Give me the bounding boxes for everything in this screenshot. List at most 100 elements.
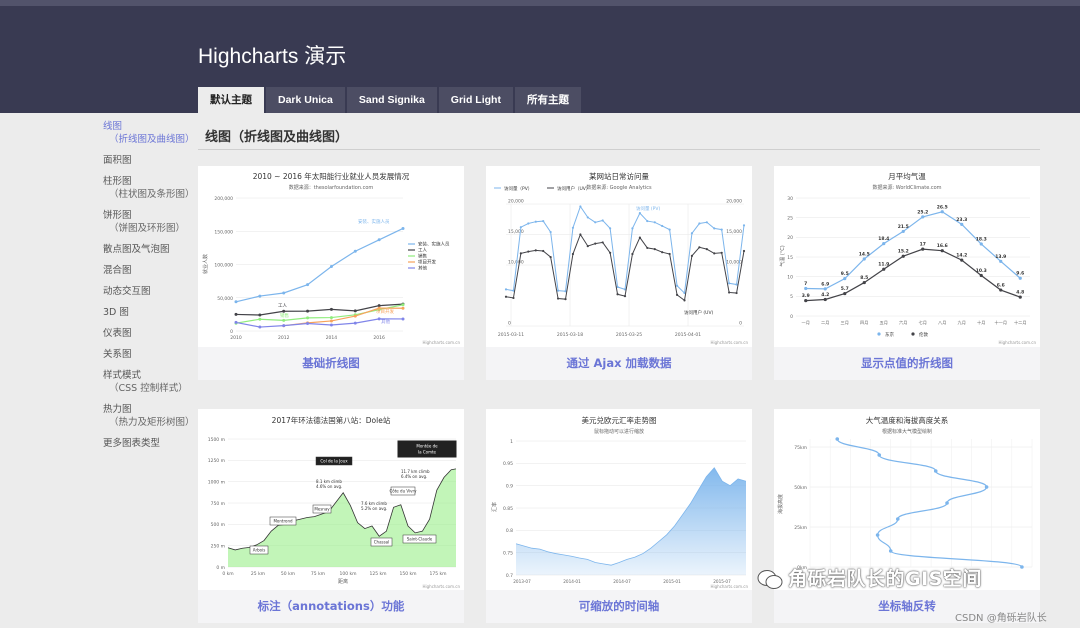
- sidebar-item-label: 面积图: [103, 155, 132, 166]
- x-tick-label: 100 km: [339, 571, 356, 577]
- y-tick-label: 0: [508, 321, 511, 327]
- page-header-title: Highcharts 演示: [198, 45, 347, 68]
- sidebar-item-heatmap[interactable]: 热力图 （热力及矩形树图）: [103, 403, 195, 429]
- data-point: [377, 238, 381, 242]
- tab-dark-unica[interactable]: Dark Unica: [266, 87, 345, 113]
- data-label: 14.2: [956, 253, 967, 259]
- header-top-line: [0, 0, 1080, 6]
- x-tick-label: 2014: [326, 335, 338, 341]
- data-point: [549, 255, 552, 259]
- y-tick-label-right: 0: [739, 321, 742, 327]
- data-point: [735, 283, 738, 286]
- chart-annotations: 2017年环法德法国第八站：Dole站 0 m 250 m 500 m 750 m 10…: [208, 415, 461, 589]
- x-tick-label: 2012: [278, 335, 290, 341]
- chart-monthly-temperature: 月平均气温 数据来源: WorldClimate.com 气温 (°C) 0 5 1…: [779, 171, 1037, 345]
- data-point: [720, 251, 723, 254]
- credits: Highcharts.com.cn: [423, 340, 461, 345]
- sidebar-item-dynamic[interactable]: 动态交互图: [103, 285, 195, 298]
- sidebar-item-styled-mode[interactable]: 样式模式 （CSS 控制样式）: [103, 369, 195, 395]
- legend-item: 工人: [418, 248, 427, 254]
- data-point: [690, 254, 694, 257]
- tab-sand-signika[interactable]: Sand Signika: [346, 87, 437, 113]
- x-tick-label: 125 km: [369, 571, 386, 577]
- y-tick-label: 750 m: [211, 501, 225, 507]
- data-label: 11.9: [878, 262, 889, 268]
- sidebar-item-scatter[interactable]: 散点图及气泡图: [103, 243, 195, 256]
- annotation-label: Saint-Claude: [407, 537, 433, 542]
- sidebar-item-combo[interactable]: 混合图: [103, 264, 195, 277]
- data-label: 3.9: [802, 293, 810, 299]
- data-point: [705, 248, 708, 251]
- data-point: [519, 226, 522, 229]
- y-tick-label: 500 m: [211, 522, 225, 528]
- data-point: [690, 232, 694, 235]
- sidebar-item-label: 更多图表类型: [103, 438, 161, 449]
- data-label: 18.3: [976, 237, 987, 243]
- data-label: 4.8: [1016, 290, 1024, 296]
- annotation-label: Col de la Joux: [320, 459, 348, 464]
- card-caption[interactable]: 显示点值的折线图: [774, 347, 1040, 380]
- data-point: [653, 248, 656, 251]
- sidebar-item-more[interactable]: 更多图表类型: [103, 437, 195, 450]
- demo-card-ajax[interactable]: 某网站日常访问量 数据来源: Google Analytics 0 0 10,000…: [486, 166, 752, 380]
- y-tick-label: 0.8: [506, 528, 513, 534]
- chart-subtitle: 数据来源: WorldClimate.com: [872, 184, 941, 191]
- sidebar-item-area[interactable]: 面积图: [103, 154, 195, 167]
- data-label: 17: [920, 242, 926, 248]
- y-tick-label: 200,000: [214, 196, 233, 202]
- credits: Highcharts.com.cn: [999, 340, 1037, 345]
- sidebar-item-gauge[interactable]: 仪表图: [103, 327, 195, 340]
- chart-title: 某网站日常访问量: [589, 171, 649, 181]
- data-point: [742, 224, 746, 227]
- data-label: 10.3: [976, 268, 987, 274]
- data-label: 18.4: [878, 236, 889, 242]
- data-point: [823, 287, 827, 291]
- x-tick-label: 2014-07: [613, 579, 631, 584]
- legend-item: 伦敦: [919, 331, 928, 338]
- demo-card-zoomable[interactable]: 美元兑欧元汇率走势图 鼠标拖动可以进行缩放 汇率 0.7 0.75 0.8 0.85 0…: [486, 409, 752, 623]
- demo-card-basic-line[interactable]: 2010 ~ 2016 年太阳能行业就业人员发展情况 数据来源：thesolar…: [198, 166, 464, 380]
- sidebar-item-pie[interactable]: 饼形图 （饼图及环形图）: [103, 209, 195, 235]
- data-point: [549, 230, 552, 234]
- data-point: [609, 251, 612, 254]
- card-caption[interactable]: 通过 Ajax 加载数据: [486, 347, 752, 380]
- sidebar-item-relation[interactable]: 关系图: [103, 348, 195, 361]
- credits: Highcharts.com.cn: [711, 340, 749, 345]
- demo-card-annotations[interactable]: 2017年环法德法国第八站：Dole站 0 m 250 m 500 m 750 m 10…: [198, 409, 464, 623]
- chart-title: 2017年环法德法国第八站：Dole站: [272, 415, 391, 425]
- data-point: [862, 257, 866, 261]
- demo-card-data-labels[interactable]: 月平均气温 数据来源: WorldClimate.com 气温 (°C) 0 5 1…: [774, 166, 1040, 380]
- data-label: 26.5: [937, 204, 948, 210]
- tab-grid-light[interactable]: Grid Light: [438, 87, 513, 113]
- data-point: [720, 228, 723, 231]
- card-caption[interactable]: 可缩放的时间轴: [486, 590, 752, 623]
- sidebar-item-column[interactable]: 柱形图 （柱状图及条形图）: [103, 175, 195, 201]
- section-title: 线图（折线图及曲线图）: [205, 130, 349, 145]
- data-point: [306, 283, 310, 287]
- x-tick-label: 75 km: [311, 571, 325, 577]
- data-point: [999, 259, 1003, 263]
- card-caption[interactable]: 基础折线图: [198, 347, 464, 380]
- data-point: [713, 227, 716, 230]
- sidebar-item-3d[interactable]: 3D 图: [103, 306, 195, 319]
- data-point: [258, 325, 262, 329]
- data-point: [353, 314, 357, 318]
- x-tick-label: 50 km: [281, 571, 295, 577]
- credits: Highcharts.com.cn: [423, 584, 461, 589]
- annotation-label: Arbois: [253, 548, 266, 553]
- data-point: [329, 319, 333, 323]
- card-caption[interactable]: 标注（annotations）功能: [198, 590, 464, 623]
- data-label: 6.9: [821, 281, 829, 287]
- tab-default-theme[interactable]: 默认主题: [198, 87, 264, 113]
- x-tick-label: 九月: [958, 319, 966, 326]
- legend-symbol: [877, 332, 881, 336]
- wechat-icon: [757, 570, 783, 589]
- annotation-label: Côte du Vivry: [389, 489, 417, 494]
- sidebar-item-line[interactable]: 线图 （折线图及曲线图）: [103, 120, 195, 146]
- data-point: [519, 252, 522, 255]
- chart-title: 月平均气温: [888, 171, 926, 181]
- chart-basic-line: 2010 ~ 2016 年太阳能行业就业人员发展情况 数据来源：thesolar…: [202, 171, 461, 345]
- data-point: [586, 216, 589, 219]
- y-tick-label: 0.75: [503, 550, 513, 556]
- tab-all-themes[interactable]: 所有主题: [514, 87, 581, 113]
